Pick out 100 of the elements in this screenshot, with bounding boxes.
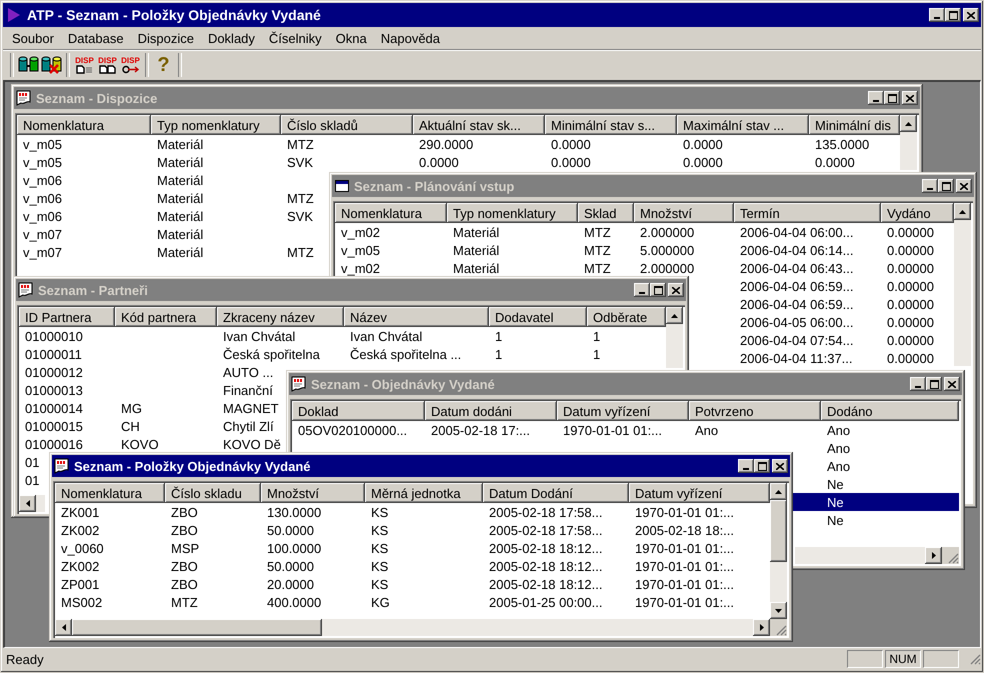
close-button[interactable] [902,91,918,105]
column-header[interactable]: Kód partnera [115,307,217,327]
column-header[interactable]: Zkraceny název [217,307,344,327]
minimize-button[interactable] [910,377,926,391]
scroll-up-button[interactable] [954,203,971,220]
minimize-icon [873,100,879,102]
table-cell-text: MTZ [170,594,199,610]
list-cell[interactable]: 1970-01-01 01:... [557,422,689,438]
table-cell-text: KG [370,594,391,610]
scroll-left-button[interactable] [55,619,72,636]
column-header[interactable]: ID Partnera [19,307,115,327]
column-header[interactable]: Typ nomenklatury [151,115,281,135]
column-header[interactable]: Datum Dodání [483,483,629,503]
scroll-track[interactable] [36,495,45,512]
table-cell-text: 50.0000 [266,558,315,574]
help-button[interactable]: ? [152,53,175,77]
maximize-button[interactable] [945,8,961,22]
column-header[interactable]: Sklad [578,203,634,223]
list-cell[interactable]: Ne [821,476,959,492]
menu-item[interactable]: Napověda [374,28,448,48]
table-cell-text: MTZ [583,260,612,276]
table-cell-text: Česká spořitelna ... [349,346,462,362]
column-header[interactable]: Datum vyřízení [557,401,689,421]
scroll-thumb[interactable] [72,619,322,636]
list-cell[interactable]: Ne [821,512,959,528]
column-header[interactable]: Typ nomenklatury [447,203,578,223]
column-header[interactable]: Měrná jednotka [365,483,483,503]
column-header[interactable]: Minimální dis [809,115,900,135]
column-header[interactable]: Odběrate [587,307,666,327]
column-header[interactable]: Množství [261,483,365,503]
table-cell-text: 1970-01-01 01:... [634,576,736,592]
list-cell[interactable]: Ano [821,458,959,474]
scroll-right-button[interactable] [925,547,942,564]
scroll-thumb[interactable] [770,500,787,562]
table-cell-text: 2005-02-18 17:58... [488,522,604,538]
maximize-button[interactable] [650,283,666,297]
table-cell-text: 2006-04-04 06:43... [739,260,854,276]
close-button[interactable] [772,459,788,473]
minimize-button[interactable] [922,179,938,193]
scroll-down-button[interactable] [770,602,787,619]
scroll-up-button[interactable] [666,307,683,324]
column-header[interactable]: Množství [634,203,734,223]
maximize-button[interactable] [754,459,770,473]
menu-item[interactable]: Doklady [200,28,262,48]
column-header[interactable]: Maximální stav ... [677,115,809,135]
menu-item[interactable]: Database [60,28,131,48]
list-cell[interactable]: Ano [689,422,821,438]
list-cell[interactable]: 05OV020100000... [292,422,425,438]
minimize-button[interactable] [634,283,650,297]
column-header[interactable]: Potvrzeno [689,401,821,421]
column-header[interactable]: Minimální stav s... [545,115,677,135]
menu-item[interactable]: Číselniky [262,28,329,48]
minimize-button[interactable] [868,91,884,105]
close-button[interactable] [963,8,979,22]
list-cell[interactable]: Ano [821,422,959,438]
scroll-right-button[interactable] [753,619,770,636]
column-header[interactable]: Datum dodáni [425,401,557,421]
resize-grip-icon[interactable] [942,547,959,564]
menu-item[interactable]: Okna [328,28,374,48]
column-header[interactable]: Číslo skladů [281,115,413,135]
column-header[interactable]: Aktuální stav sk... [413,115,545,135]
column-header[interactable]: Nomenklatura [335,203,447,223]
column-header[interactable]: Nomenklatura [17,115,151,135]
table-cell-text: v_m07 [22,244,64,260]
menu-item[interactable]: Dispozice [130,28,201,48]
scroll-up-button[interactable] [900,115,917,132]
column-header[interactable]: Datum vyřízení [629,483,770,503]
list-cell[interactable]: Ano [821,440,959,456]
maximize-button[interactable] [926,377,942,391]
column-header[interactable]: Dodáno [821,401,959,421]
column-header[interactable]: Vydáno [881,203,954,223]
list-cell[interactable]: 2005-02-18 17:... [425,422,557,438]
column-header[interactable]: Dodavatel [489,307,587,327]
minimize-button[interactable] [929,8,945,22]
table-cell-text: 01000010 [24,328,84,344]
table-cell-text: KOVO [120,436,160,452]
column-header[interactable]: Termín [734,203,881,223]
maximize-button[interactable] [938,179,954,193]
menu-item[interactable]: Soubor [5,28,61,48]
scroll-up-button[interactable] [770,483,787,500]
minimize-button[interactable] [738,459,754,473]
scroll-left-button[interactable] [19,495,36,512]
table-cell-text: KOVO Dě [222,436,282,452]
table-cell-text: 0.00000 [886,242,935,258]
close-button[interactable] [668,283,684,297]
table-cell-text: 2006-04-04 06:59... [739,278,854,294]
close-button[interactable] [956,179,972,193]
column-header[interactable]: Doklad [292,401,425,421]
resize-grip-icon[interactable] [770,619,787,636]
maximize-button[interactable] [884,91,900,105]
table-cell-text: 0.0000 [682,154,724,170]
column-header[interactable]: Nomenklatura [55,483,165,503]
column-header[interactable]: Číslo skladu [165,483,261,503]
column-header[interactable]: Název [344,307,489,327]
document-icon [54,458,70,474]
caret-right-icon [932,552,936,559]
table-cell-text: 0.00000 [886,314,935,330]
list-cell[interactable]: Ne [821,494,959,510]
table-cell-text: Materiál [156,208,204,224]
close-button[interactable] [944,377,960,391]
